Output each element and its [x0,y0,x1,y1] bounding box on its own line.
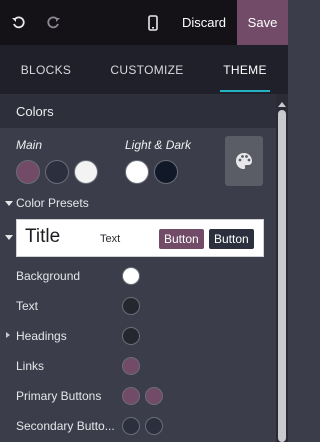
primary-button-bg-swatch[interactable] [122,387,140,405]
main-color-swatch-1[interactable] [16,160,40,184]
preset-title-text: Title [25,226,61,247]
undo-button[interactable] [6,0,30,45]
headings-color-swatch[interactable] [122,327,140,345]
mobile-preview-button[interactable] [140,0,166,45]
discard-button[interactable]: Discard [176,0,232,45]
secondary-button-border-swatch[interactable] [145,417,163,435]
primary-buttons-row-label: Primary Buttons [16,389,102,403]
main-color-swatch-3[interactable] [74,160,98,184]
scroll-up-arrow-icon[interactable] [277,100,287,108]
redo-icon [47,15,60,28]
headings-expand-caret-icon[interactable] [6,332,10,338]
secondary-buttons-row-label: Secondary Butto... [16,419,115,433]
tab-blocks[interactable]: BLOCKS [0,45,92,94]
text-color-swatch[interactable] [122,297,140,315]
links-color-swatch[interactable] [122,357,140,375]
presets-collapse-caret-icon[interactable] [5,201,13,206]
preset-secondary-button: Button [209,229,254,249]
tab-customize[interactable]: CUSTOMIZE [96,45,198,94]
light-dark-label: Light & Dark [125,138,192,152]
editor-toolbar: Discard Save [0,0,288,45]
text-row-label: Text [16,299,39,313]
tab-theme[interactable]: THEME [218,45,272,94]
background-color-swatch[interactable] [122,267,140,285]
dark-color-swatch[interactable] [154,160,178,184]
undo-icon [12,15,25,28]
mobile-preview-icon [148,14,158,31]
preset-dropdown-caret-icon[interactable] [5,235,13,240]
main-colors-label: Main [16,138,43,152]
preset-primary-button: Button [159,229,204,249]
redo-button[interactable] [42,0,66,45]
save-button[interactable]: Save [237,0,288,45]
color-preset-preview[interactable]: Title Text Button Button [16,219,264,257]
light-color-swatch[interactable] [125,160,149,184]
palette-icon [236,153,252,169]
color-presets-title[interactable]: Color Presets [16,196,89,210]
colors-section-header: Colors [0,94,276,128]
colors-section-title: Colors [16,103,54,119]
primary-button-border-swatch[interactable] [145,387,163,405]
secondary-button-bg-swatch[interactable] [122,417,140,435]
background-row-label: Background [16,269,81,283]
scrollbar-thumb[interactable] [278,110,286,442]
main-color-swatch-2[interactable] [45,160,69,184]
headings-row-label: Headings [16,329,67,343]
links-row-label: Links [16,359,45,373]
panel-tabs: BLOCKS CUSTOMIZE THEME [0,45,288,94]
active-tab-indicator [220,90,270,92]
palette-button[interactable] [225,136,263,186]
preset-body-text: Text [100,233,121,245]
